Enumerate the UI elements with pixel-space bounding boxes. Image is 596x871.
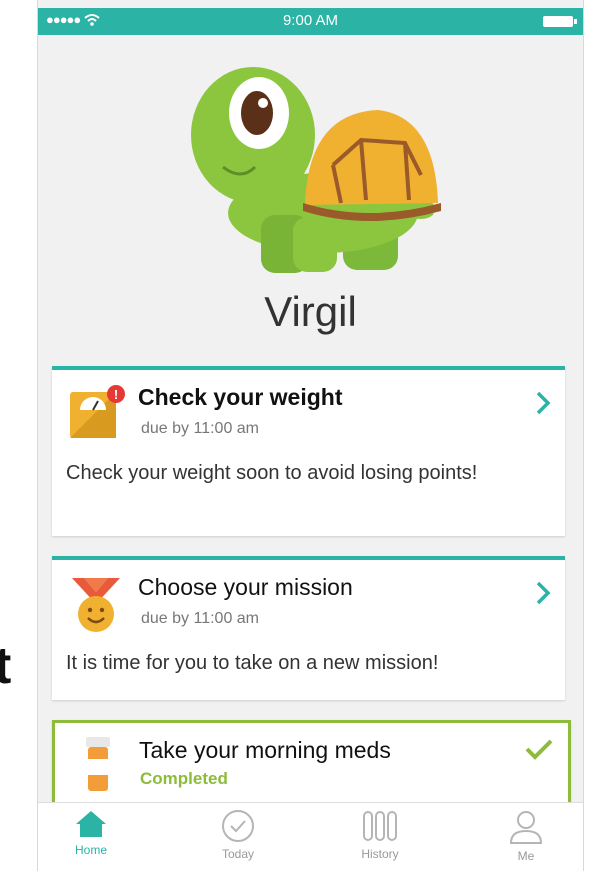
tab-history[interactable]: History [335,809,425,861]
chevron-right-icon[interactable] [535,580,551,606]
tab-label: Today [221,847,255,861]
pill-bottle-icon [86,737,110,791]
pet-name: Virgil [264,288,357,335]
turtle-mascot[interactable] [183,55,443,285]
task-due: due by 11:00 am [141,420,260,437]
tab-today[interactable]: Today [193,809,283,861]
tab-label: Me [517,849,535,863]
task-message: Check your weight soon to avoid losing p… [66,462,478,484]
status-time: 9:00 AM [282,12,339,29]
history-bars-icon [363,811,397,841]
chevron-right-icon[interactable] [535,390,551,416]
tab-label: History [361,847,399,861]
task-card-check-weight[interactable]: ! Check your weight due by 11:00 am Chec… [52,366,565,536]
status-bar: ●●●●● 9:00 AM [38,8,583,35]
background-letter: t [0,637,12,695]
svg-text:!: ! [114,387,118,402]
phone-screen: ●●●●● 9:00 AM Virgil ! Check your weight… [37,0,584,871]
scale-icon: ! [70,385,125,438]
check-circle-icon [222,810,254,842]
checkmark-icon [525,739,553,760]
user-icon [509,811,543,844]
tab-bar: Home Today History Me [38,802,583,871]
medal-icon [72,578,120,632]
task-due: due by 11:00 am [141,610,260,627]
home-icon [76,811,106,837]
tab-home[interactable]: Home [46,809,136,857]
task-title: Take your morning meds [139,737,391,763]
task-status: Completed [140,769,228,788]
task-message: It is time for you to take on a new miss… [66,652,439,674]
task-title: Choose your mission [138,574,353,600]
task-title: Check your weight [138,384,343,410]
task-card-choose-mission[interactable]: Choose your mission due by 11:00 am It i… [52,556,565,700]
battery-icon [543,16,577,27]
tab-me[interactable]: Me [481,809,571,863]
tab-label: Home [74,843,107,857]
